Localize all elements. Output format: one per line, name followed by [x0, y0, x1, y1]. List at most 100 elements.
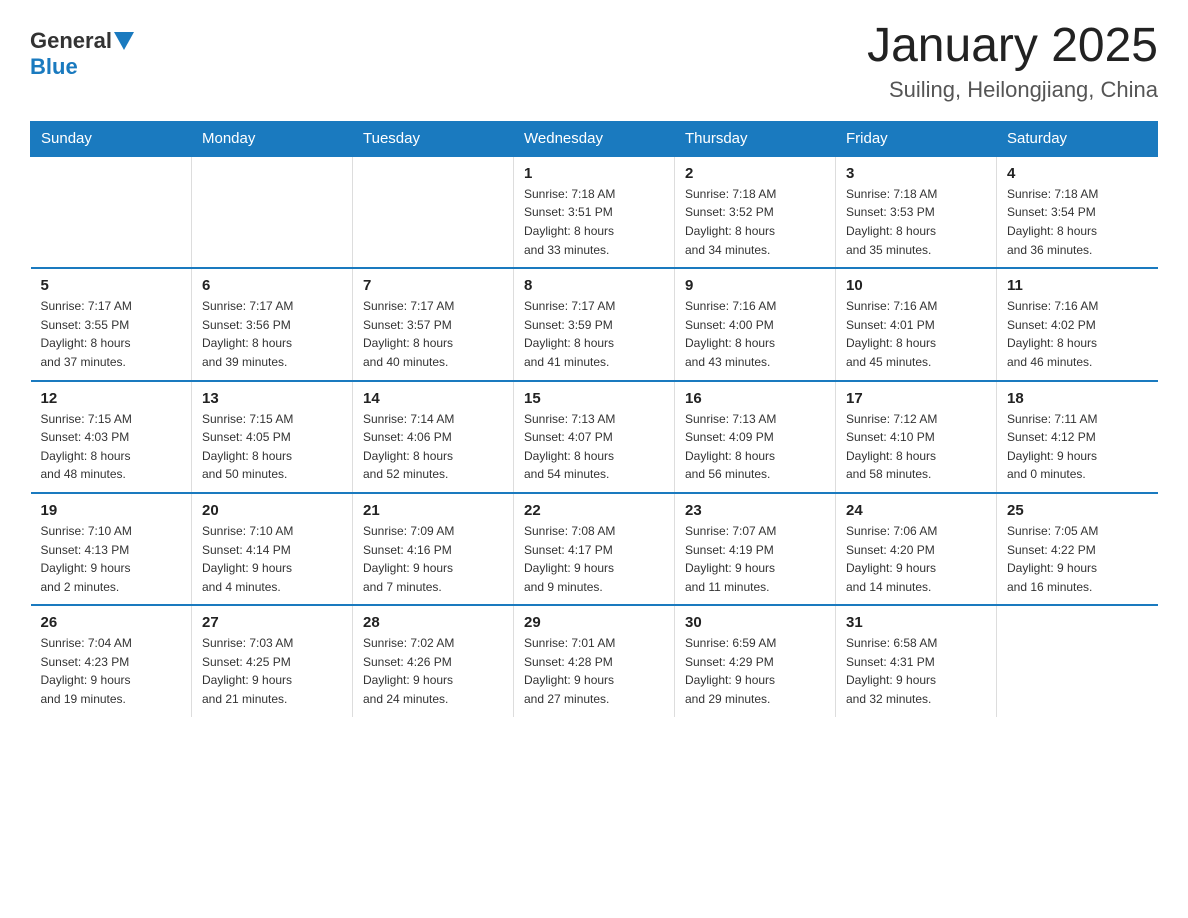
title-block: January 2025 Suiling, Heilongjiang, Chin…	[867, 20, 1158, 103]
weekday-header-monday: Monday	[192, 121, 353, 156]
logo-triangle-icon	[114, 32, 134, 52]
calendar-cell: 24 Sunrise: 7:06 AM Sunset: 4:20 PM Dayli…	[836, 493, 997, 605]
calendar-cell: 14 Sunrise: 7:14 AM Sunset: 4:06 PM Dayli…	[353, 381, 514, 493]
day-info: Sunrise: 7:18 AM Sunset: 3:51 PM Dayligh…	[524, 185, 664, 259]
calendar-cell	[353, 156, 514, 268]
calendar-cell: 10 Sunrise: 7:16 AM Sunset: 4:01 PM Dayli…	[836, 268, 997, 380]
day-number: 2	[685, 165, 825, 182]
calendar-cell: 6Sunrise: 7:17 AM Sunset: 3:56 PM Daylig…	[192, 268, 353, 380]
calendar-cell	[192, 156, 353, 268]
calendar-cell: 28Sunrise: 7:02 AM Sunset: 4:26 PM Dayli…	[353, 605, 514, 716]
calendar-cell: 11Sunrise: 7:16 AM Sunset: 4:02 PM Dayli…	[997, 268, 1158, 380]
weekday-header-thursday: Thursday	[675, 121, 836, 156]
day-info: Sunrise: 7:17 AM Sunset: 3:59 PM Dayligh…	[524, 297, 664, 371]
day-info: Sunrise: 7:17 AM Sunset: 3:56 PM Dayligh…	[202, 297, 342, 371]
day-number: 8	[524, 277, 664, 294]
day-info: Sunrise: 7:17 AM Sunset: 3:55 PM Dayligh…	[41, 297, 182, 371]
calendar-week-row: 12Sunrise: 7:15 AM Sunset: 4:03 PM Dayli…	[31, 381, 1158, 493]
day-number: 13	[202, 390, 342, 407]
day-number: 23	[685, 502, 825, 519]
calendar-week-row: 1 Sunrise: 7:18 AM Sunset: 3:51 PM Daylig…	[31, 156, 1158, 268]
day-number: 25	[1007, 502, 1148, 519]
day-info: Sunrise: 7:11 AM Sunset: 4:12 PM Dayligh…	[1007, 410, 1148, 484]
day-info: Sunrise: 7:01 AM Sunset: 4:28 PM Dayligh…	[524, 634, 664, 708]
calendar-cell: 8 Sunrise: 7:17 AM Sunset: 3:59 PM Daylig…	[514, 268, 675, 380]
day-number: 30	[685, 614, 825, 631]
calendar-body: 1 Sunrise: 7:18 AM Sunset: 3:51 PM Daylig…	[31, 156, 1158, 717]
weekday-header-row: SundayMondayTuesdayWednesdayThursdayFrid…	[31, 121, 1158, 156]
day-number: 21	[363, 502, 503, 519]
day-info: Sunrise: 7:18 AM Sunset: 3:53 PM Dayligh…	[846, 185, 986, 259]
day-info: Sunrise: 7:04 AM Sunset: 4:23 PM Dayligh…	[41, 634, 182, 708]
calendar-cell: 22 Sunrise: 7:08 AM Sunset: 4:17 PM Dayli…	[514, 493, 675, 605]
calendar-cell: 29 Sunrise: 7:01 AM Sunset: 4:28 PM Dayli…	[514, 605, 675, 716]
calendar-week-row: 5 Sunrise: 7:17 AM Sunset: 3:55 PM Daylig…	[31, 268, 1158, 380]
day-info: Sunrise: 7:06 AM Sunset: 4:20 PM Dayligh…	[846, 522, 986, 596]
calendar-cell: 3Sunrise: 7:18 AM Sunset: 3:53 PM Daylig…	[836, 156, 997, 268]
day-number: 16	[685, 390, 825, 407]
day-number: 27	[202, 614, 342, 631]
weekday-header-friday: Friday	[836, 121, 997, 156]
day-number: 10	[846, 277, 986, 294]
day-number: 15	[524, 390, 664, 407]
day-number: 24	[846, 502, 986, 519]
calendar-week-row: 26 Sunrise: 7:04 AM Sunset: 4:23 PM Dayli…	[31, 605, 1158, 716]
logo-general-text: General	[30, 28, 112, 54]
day-info: Sunrise: 7:09 AM Sunset: 4:16 PM Dayligh…	[363, 522, 503, 596]
day-number: 1	[524, 165, 664, 182]
day-number: 17	[846, 390, 986, 407]
day-number: 26	[41, 614, 182, 631]
calendar-cell: 16Sunrise: 7:13 AM Sunset: 4:09 PM Dayli…	[675, 381, 836, 493]
calendar-cell: 9 Sunrise: 7:16 AM Sunset: 4:00 PM Daylig…	[675, 268, 836, 380]
day-info: Sunrise: 7:08 AM Sunset: 4:17 PM Dayligh…	[524, 522, 664, 596]
calendar-week-row: 19 Sunrise: 7:10 AM Sunset: 4:13 PM Dayli…	[31, 493, 1158, 605]
day-number: 22	[524, 502, 664, 519]
day-info: Sunrise: 7:16 AM Sunset: 4:01 PM Dayligh…	[846, 297, 986, 371]
day-number: 19	[41, 502, 182, 519]
logo: General Blue	[30, 28, 134, 80]
calendar-cell: 31 Sunrise: 6:58 AM Sunset: 4:31 PM Dayli…	[836, 605, 997, 716]
day-info: Sunrise: 7:16 AM Sunset: 4:00 PM Dayligh…	[685, 297, 825, 371]
day-info: Sunrise: 7:14 AM Sunset: 4:06 PM Dayligh…	[363, 410, 503, 484]
day-info: Sunrise: 7:10 AM Sunset: 4:14 PM Dayligh…	[202, 522, 342, 596]
calendar-cell: 19 Sunrise: 7:10 AM Sunset: 4:13 PM Dayli…	[31, 493, 192, 605]
calendar-cell: 20Sunrise: 7:10 AM Sunset: 4:14 PM Dayli…	[192, 493, 353, 605]
calendar-cell: 30 Sunrise: 6:59 AM Sunset: 4:29 PM Dayli…	[675, 605, 836, 716]
day-info: Sunrise: 7:12 AM Sunset: 4:10 PM Dayligh…	[846, 410, 986, 484]
day-number: 14	[363, 390, 503, 407]
weekday-header-saturday: Saturday	[997, 121, 1158, 156]
calendar-subtitle: Suiling, Heilongjiang, China	[867, 77, 1158, 103]
calendar-cell	[31, 156, 192, 268]
weekday-header-wednesday: Wednesday	[514, 121, 675, 156]
day-number: 29	[524, 614, 664, 631]
calendar-cell: 2 Sunrise: 7:18 AM Sunset: 3:52 PM Daylig…	[675, 156, 836, 268]
calendar-cell: 25 Sunrise: 7:05 AM Sunset: 4:22 PM Dayli…	[997, 493, 1158, 605]
day-info: Sunrise: 7:03 AM Sunset: 4:25 PM Dayligh…	[202, 634, 342, 708]
day-info: Sunrise: 7:18 AM Sunset: 3:54 PM Dayligh…	[1007, 185, 1148, 259]
day-number: 11	[1007, 277, 1148, 294]
calendar-cell: 21 Sunrise: 7:09 AM Sunset: 4:16 PM Dayli…	[353, 493, 514, 605]
calendar-cell: 4 Sunrise: 7:18 AM Sunset: 3:54 PM Daylig…	[997, 156, 1158, 268]
day-info: Sunrise: 7:05 AM Sunset: 4:22 PM Dayligh…	[1007, 522, 1148, 596]
day-info: Sunrise: 7:10 AM Sunset: 4:13 PM Dayligh…	[41, 522, 182, 596]
day-info: Sunrise: 7:17 AM Sunset: 3:57 PM Dayligh…	[363, 297, 503, 371]
calendar-cell: 17 Sunrise: 7:12 AM Sunset: 4:10 PM Dayli…	[836, 381, 997, 493]
day-number: 31	[846, 614, 986, 631]
day-info: Sunrise: 6:58 AM Sunset: 4:31 PM Dayligh…	[846, 634, 986, 708]
day-info: Sunrise: 7:13 AM Sunset: 4:07 PM Dayligh…	[524, 410, 664, 484]
weekday-header-tuesday: Tuesday	[353, 121, 514, 156]
day-number: 18	[1007, 390, 1148, 407]
day-number: 4	[1007, 165, 1148, 182]
calendar-cell: 27 Sunrise: 7:03 AM Sunset: 4:25 PM Dayli…	[192, 605, 353, 716]
day-number: 28	[363, 614, 503, 631]
calendar-cell	[997, 605, 1158, 716]
day-number: 5	[41, 277, 182, 294]
day-info: Sunrise: 7:18 AM Sunset: 3:52 PM Dayligh…	[685, 185, 825, 259]
day-info: Sunrise: 7:07 AM Sunset: 4:19 PM Dayligh…	[685, 522, 825, 596]
calendar-cell: 13 Sunrise: 7:15 AM Sunset: 4:05 PM Dayli…	[192, 381, 353, 493]
calendar-cell: 1 Sunrise: 7:18 AM Sunset: 3:51 PM Daylig…	[514, 156, 675, 268]
day-info: Sunrise: 6:59 AM Sunset: 4:29 PM Dayligh…	[685, 634, 825, 708]
day-number: 9	[685, 277, 825, 294]
day-info: Sunrise: 7:15 AM Sunset: 4:05 PM Dayligh…	[202, 410, 342, 484]
calendar-cell: 12Sunrise: 7:15 AM Sunset: 4:03 PM Dayli…	[31, 381, 192, 493]
